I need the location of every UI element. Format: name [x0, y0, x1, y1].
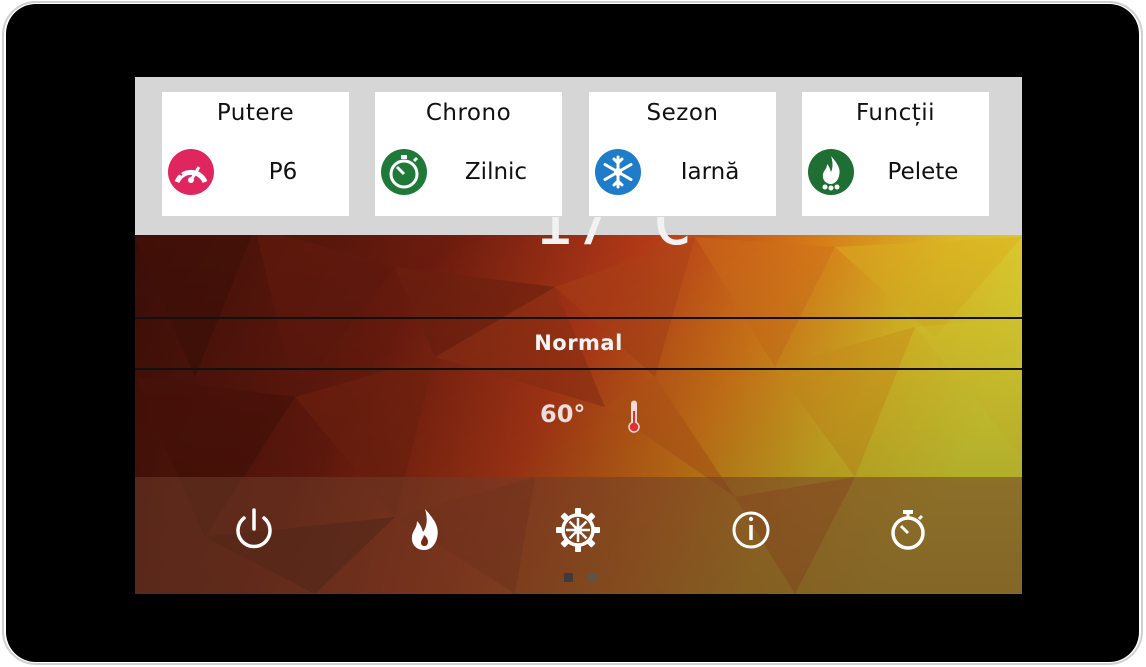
power-button[interactable] [229, 505, 279, 555]
stopwatch-icon [381, 149, 427, 195]
power-level-card[interactable]: Putere P6 [162, 92, 349, 216]
season-card[interactable]: Sezon Iarnă [589, 92, 776, 216]
flame-icon [411, 509, 438, 550]
operating-mode: Normal [534, 331, 623, 355]
card-value: Zilnic [464, 159, 528, 185]
function-card[interactable]: Funcții Pelete [802, 92, 989, 216]
pellet-flame-icon [808, 149, 854, 195]
page-dot-active[interactable] [564, 573, 573, 582]
chrono-button[interactable] [883, 505, 933, 555]
card-title: Sezon [646, 100, 719, 126]
touch-screen: Putere P6 Chrono Zilnic Sezon Iarnă Func… [135, 77, 1022, 594]
gauge-icon [168, 149, 214, 195]
card-value: Pelete [887, 159, 959, 185]
info-button[interactable] [726, 505, 776, 555]
divider-bottom [135, 368, 1022, 370]
chrono-card[interactable]: Chrono Zilnic [375, 92, 562, 216]
card-title: Funcții [855, 100, 936, 126]
card-value: Iarnă [680, 159, 740, 185]
settings-gear-icon [556, 508, 600, 552]
thermometer-icon [628, 400, 640, 433]
card-value: P6 [268, 159, 298, 185]
stopwatch-icon [891, 510, 925, 550]
flame-button[interactable] [400, 505, 450, 555]
power-icon [236, 508, 272, 549]
page-dot[interactable] [588, 573, 597, 582]
card-title: Putere [216, 100, 295, 126]
divider-top [135, 317, 1022, 319]
room-temperature: 17°C [523, 217, 703, 253]
snowflake-icon [595, 149, 641, 195]
card-title: Chrono [425, 100, 512, 126]
water-temperature: 60° [540, 400, 586, 428]
settings-button[interactable] [553, 505, 603, 555]
info-icon [732, 511, 770, 549]
